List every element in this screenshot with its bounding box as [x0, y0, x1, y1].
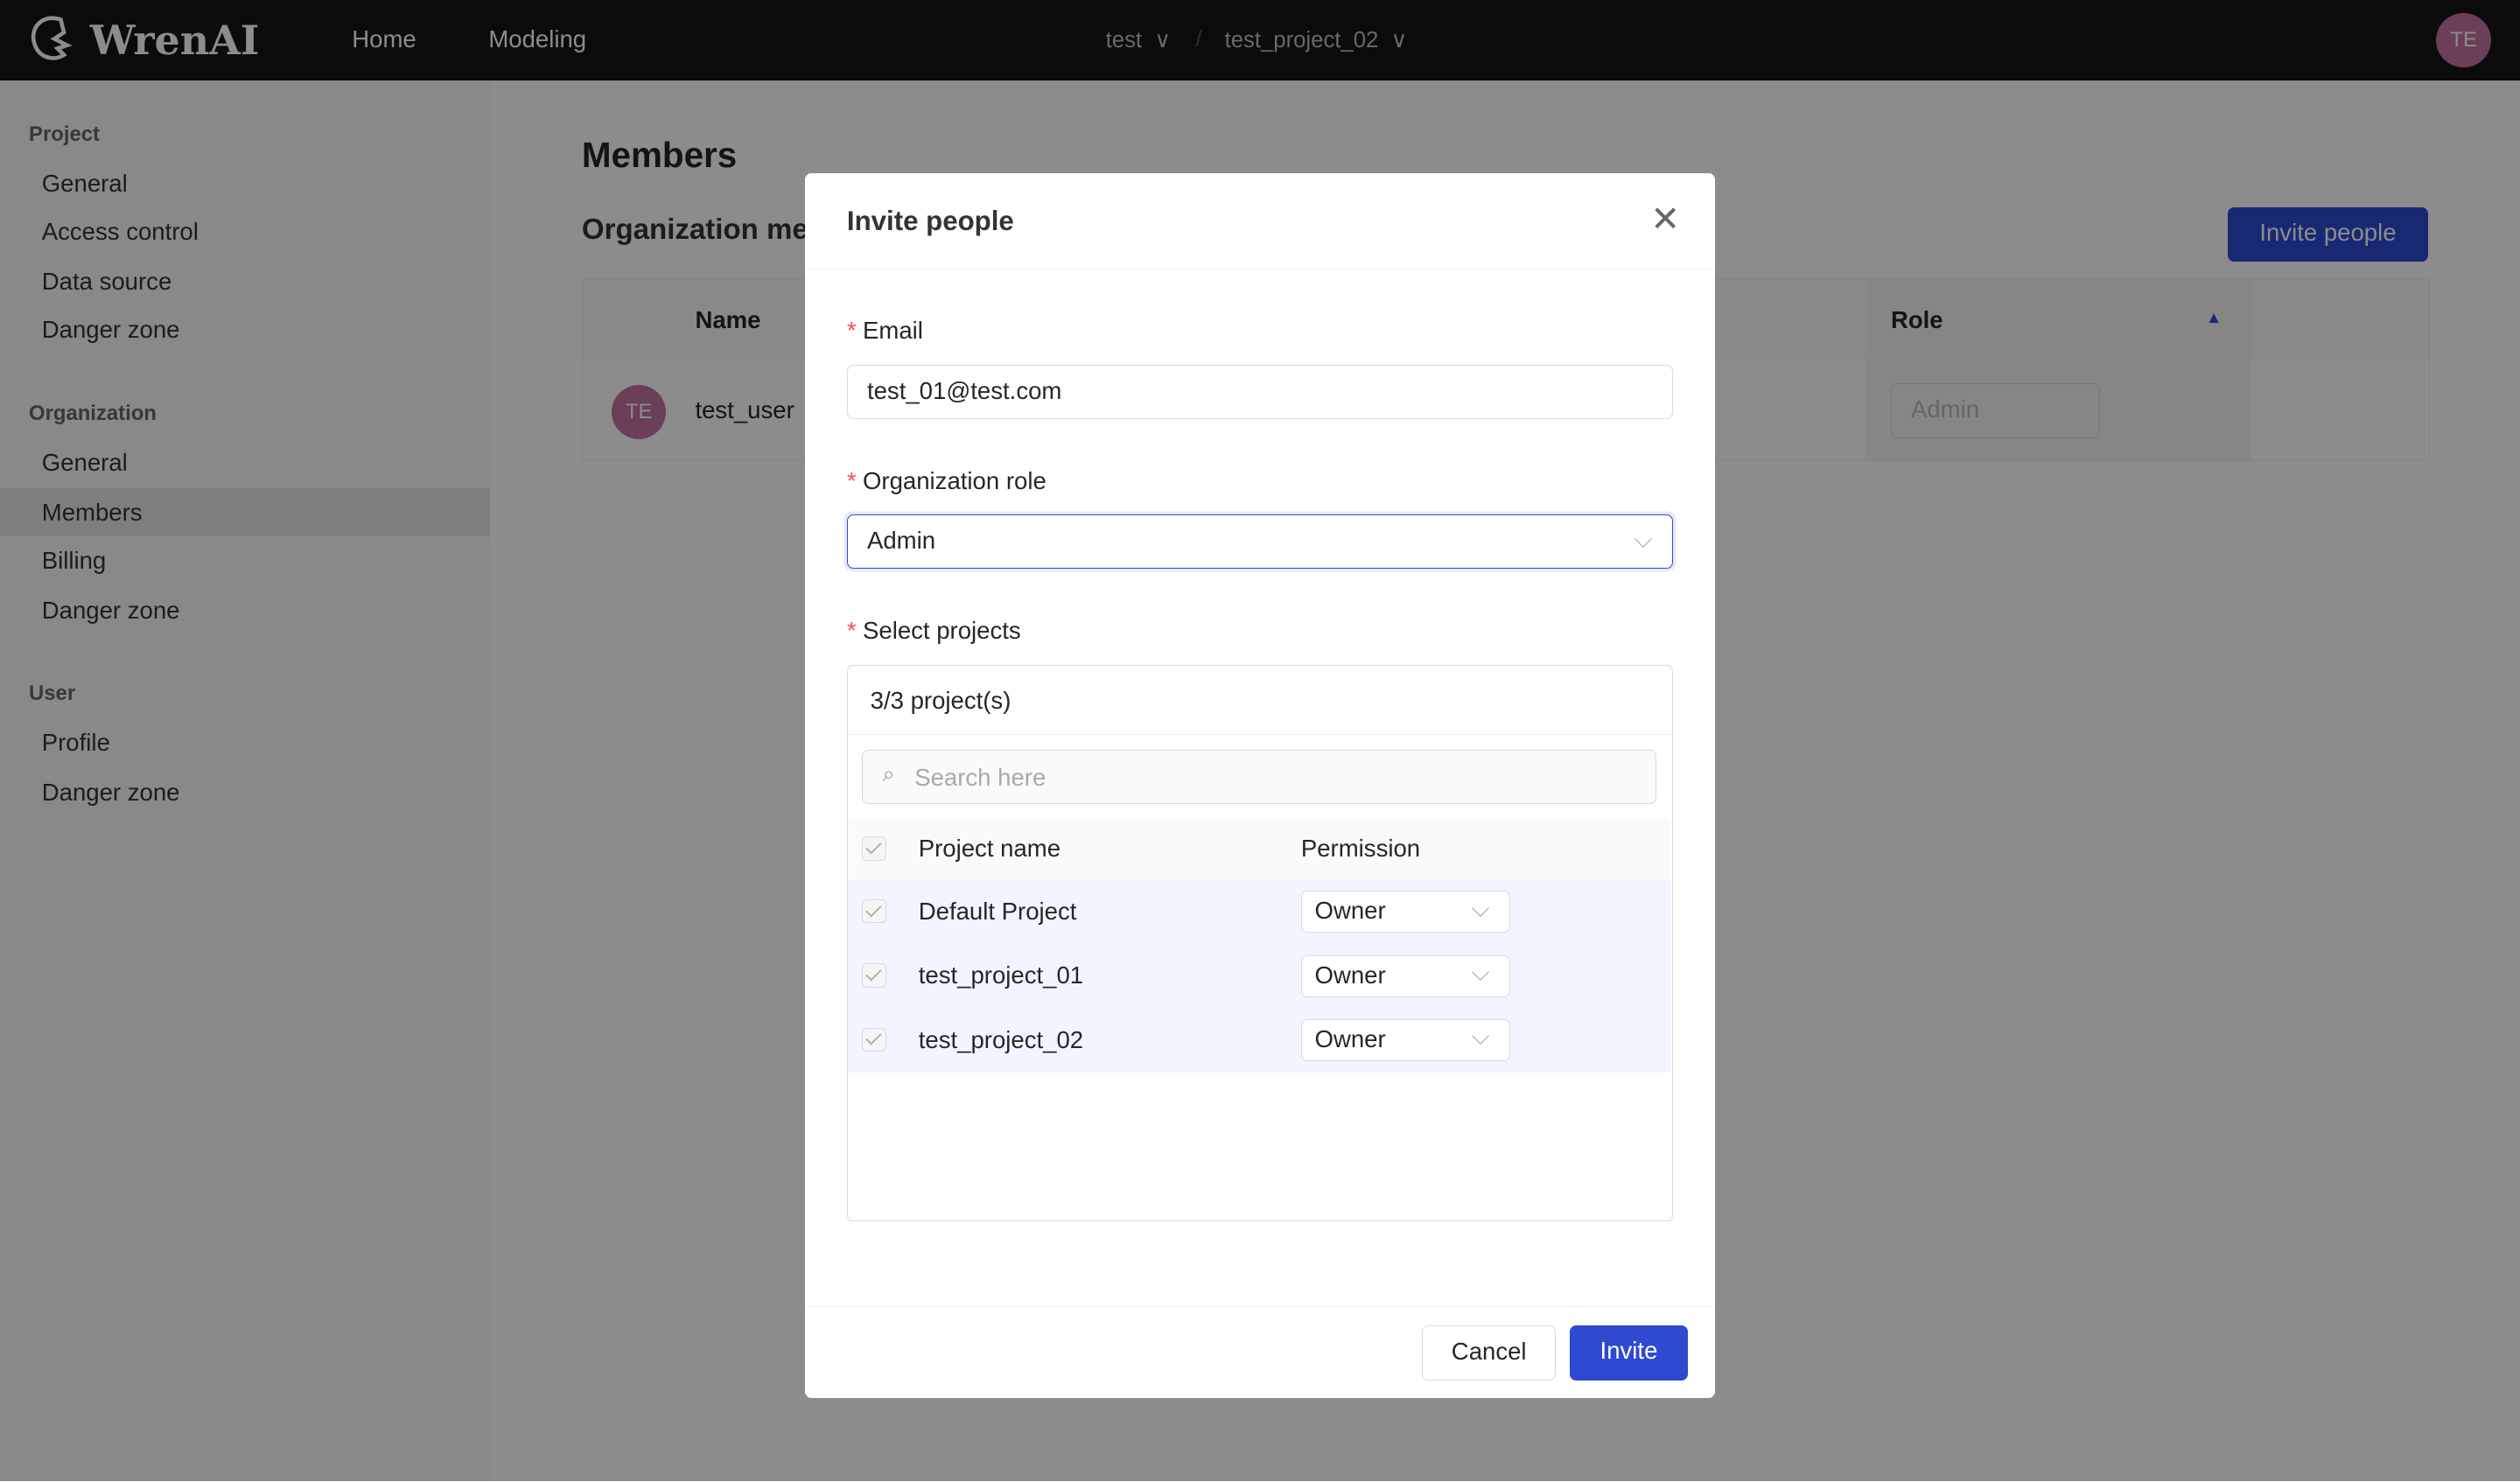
project-name: test_project_02: [918, 1025, 1084, 1053]
projects-table-header: Project name Permission: [847, 818, 1671, 881]
role-label: * Organization role: [846, 467, 1046, 495]
close-icon[interactable]: ✕: [1650, 200, 1680, 236]
cancel-button[interactable]: Cancel: [1422, 1325, 1556, 1381]
project-checkbox[interactable]: [862, 963, 886, 988]
search-placeholder: Search here: [914, 763, 1046, 791]
project-checkbox[interactable]: [862, 898, 886, 924]
invite-people-modal: Invite people ✕ * Email test_01@test.com …: [805, 173, 1715, 1398]
permission-select[interactable]: Owner: [1300, 954, 1510, 997]
permission-select[interactable]: Owner: [1300, 1019, 1510, 1062]
email-field[interactable]: test_01@test.com: [846, 364, 1673, 420]
project-checkbox[interactable]: [862, 1027, 886, 1052]
chevron-down-icon: [1634, 530, 1653, 548]
projects-label: * Select projects: [846, 617, 1021, 645]
invite-button[interactable]: Invite: [1570, 1325, 1688, 1381]
permission-select[interactable]: Owner: [1300, 891, 1510, 933]
organization-role-select[interactable]: Admin: [846, 514, 1673, 570]
select-all-checkbox[interactable]: [862, 836, 886, 861]
project-row: test_project_02 Owner: [847, 1008, 1671, 1073]
chevron-down-icon: [1472, 1027, 1489, 1045]
modal-title: Invite people: [846, 206, 1014, 237]
project-name: Default Project: [918, 897, 1077, 925]
search-icon: ⌕: [882, 761, 895, 786]
projects-count: 3/3 project(s): [870, 687, 1012, 715]
chevron-down-icon: [1472, 898, 1489, 917]
role-value: Admin: [866, 526, 936, 554]
column-project-name: Project name: [918, 835, 1061, 863]
project-selector-panel: 3/3 project(s) ⌕ Search here Project nam…: [846, 665, 1673, 1221]
chevron-down-icon: [1472, 963, 1489, 981]
project-row: Default Project Owner: [847, 879, 1671, 946]
project-row: test_project_01 Owner: [847, 944, 1671, 1010]
email-label: * Email: [846, 316, 923, 344]
column-permission: Permission: [1300, 835, 1421, 863]
project-search-input[interactable]: ⌕ Search here: [862, 749, 1656, 805]
project-name: test_project_01: [918, 961, 1084, 989]
